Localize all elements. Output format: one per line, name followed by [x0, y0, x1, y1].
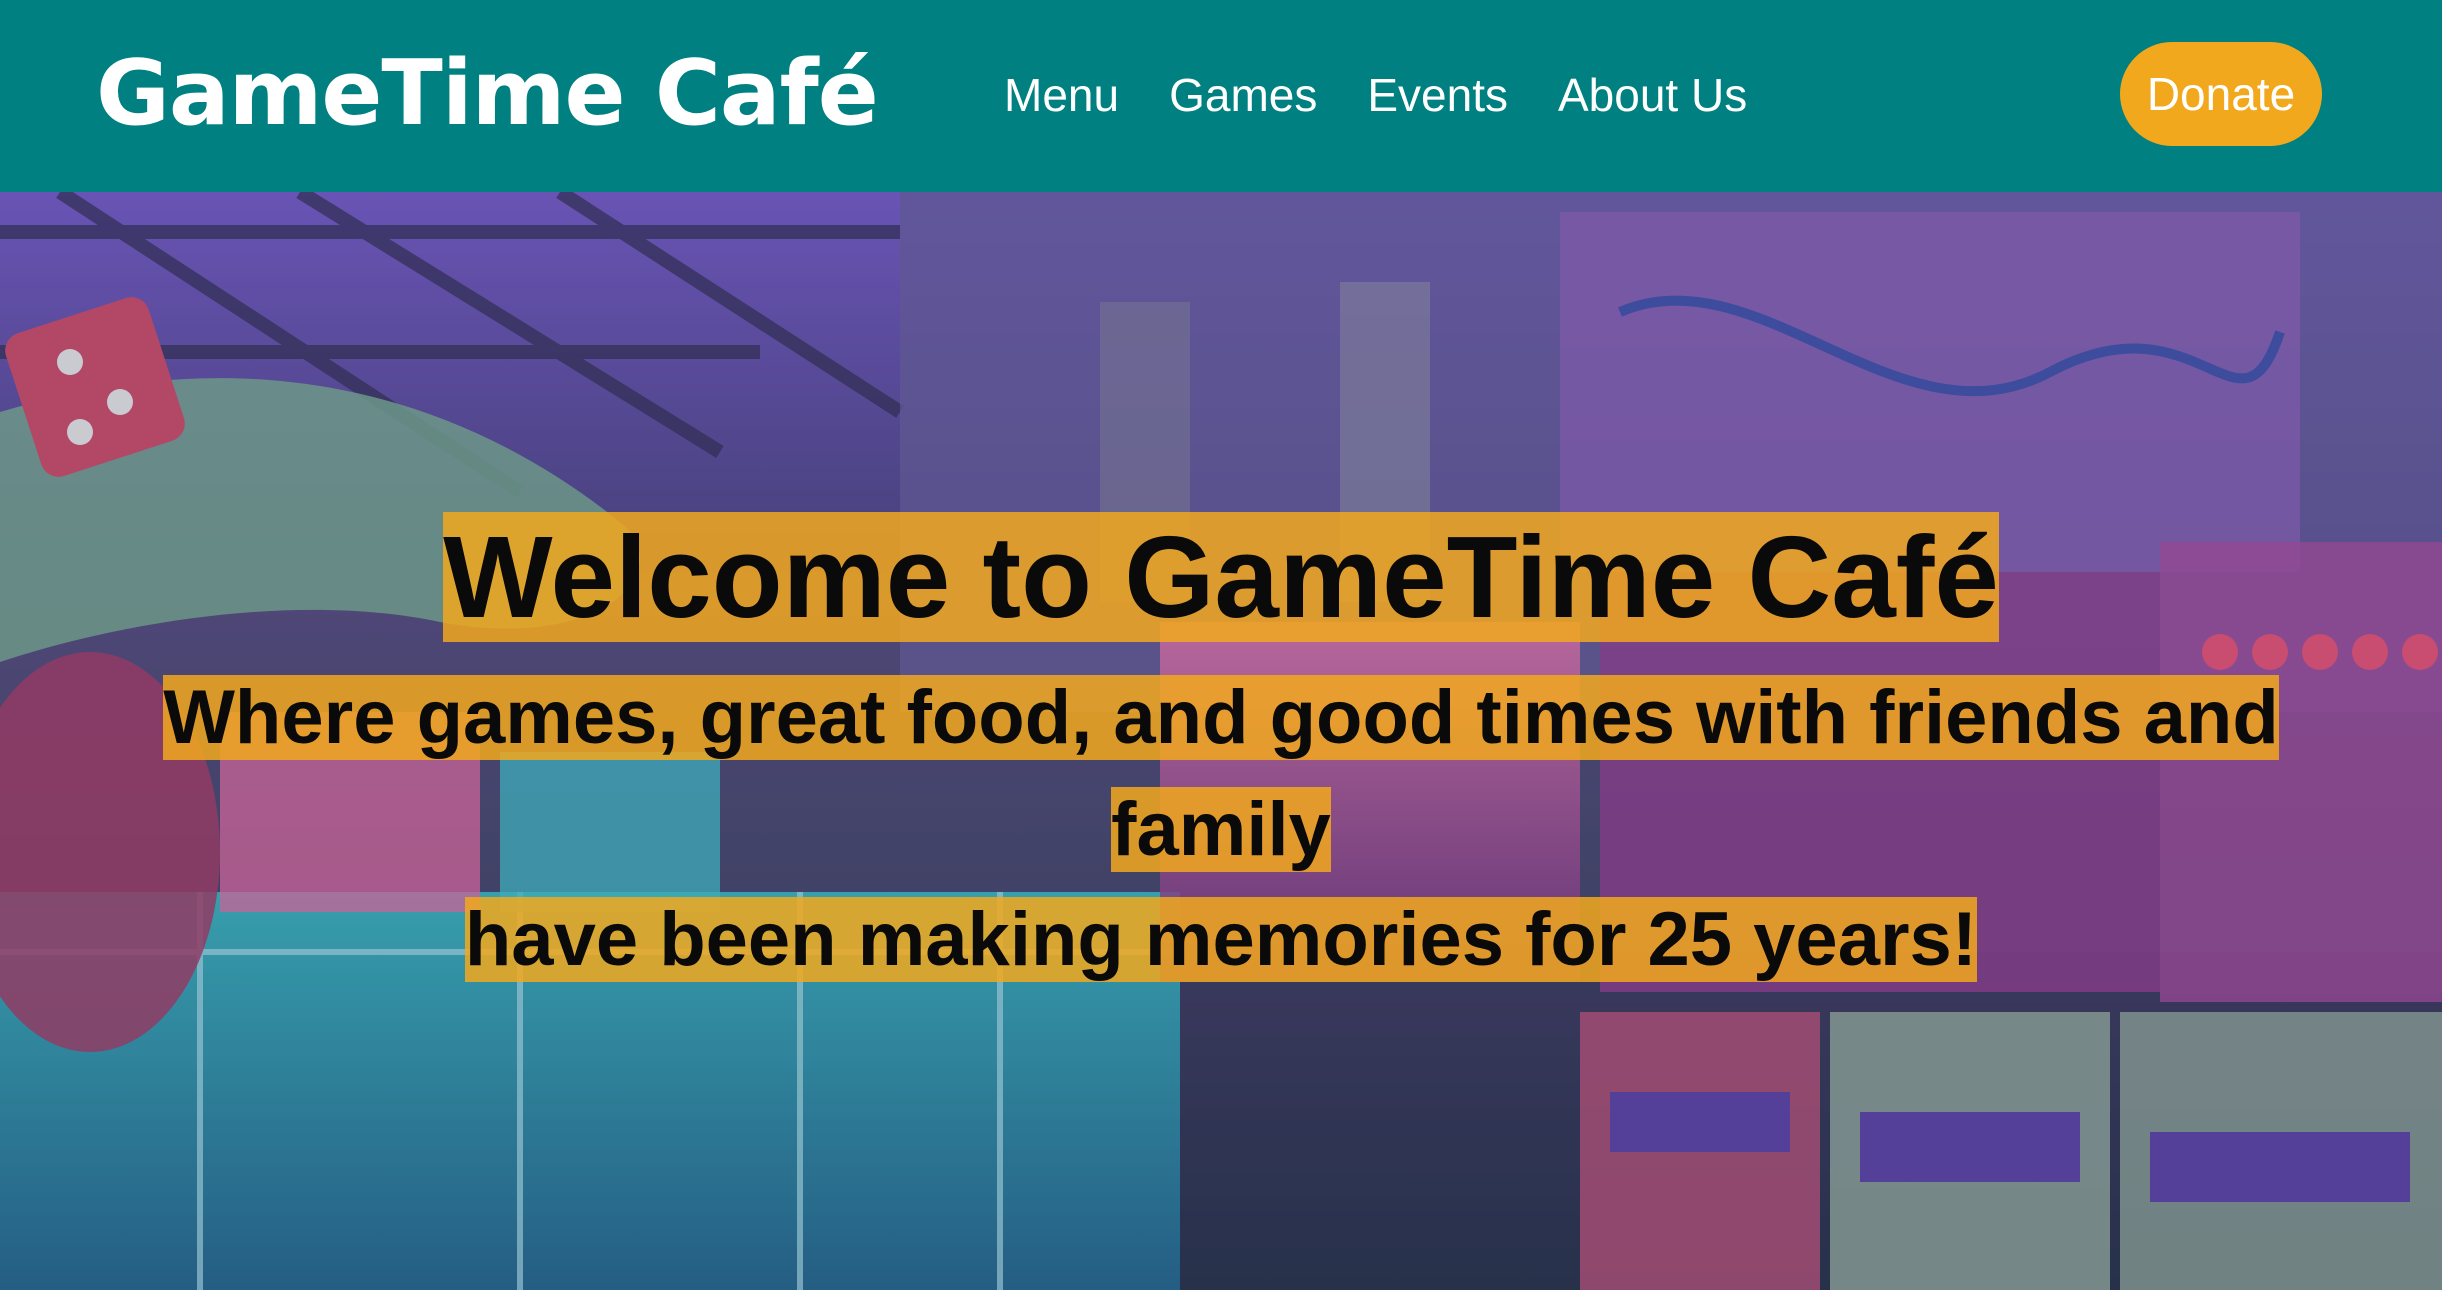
hero-title-text: Welcome to GameTime Café — [443, 512, 1999, 642]
hero-section: Welcome to GameTime Café Where games, gr… — [0, 192, 2442, 1290]
nav-link-menu[interactable]: Menu — [1004, 68, 1119, 122]
hero-subtitle-line2: have been making memories for 25 years! — [464, 897, 1978, 982]
donate-button[interactable]: Donate — [2120, 42, 2322, 146]
hero-text-block: Welcome to GameTime Café Where games, gr… — [0, 502, 2442, 994]
hero-subtitle-line1: Where games, great food, and good times … — [163, 675, 2279, 872]
nav-link-about-us[interactable]: About Us — [1558, 68, 1747, 122]
site-header: GameTime Café Menu Games Events About Us… — [0, 0, 2442, 192]
main-nav: Menu Games Events About Us — [1004, 62, 1797, 128]
hero-title: Welcome to GameTime Café — [0, 502, 2442, 652]
site-logo[interactable]: GameTime Café — [96, 38, 879, 150]
nav-link-games[interactable]: Games — [1169, 68, 1317, 122]
nav-link-events[interactable]: Events — [1367, 68, 1508, 122]
hero-subtitle: Where games, great food, and good times … — [111, 662, 2331, 886]
hero-subtitle-2: have been making memories for 25 years! — [0, 886, 2442, 994]
